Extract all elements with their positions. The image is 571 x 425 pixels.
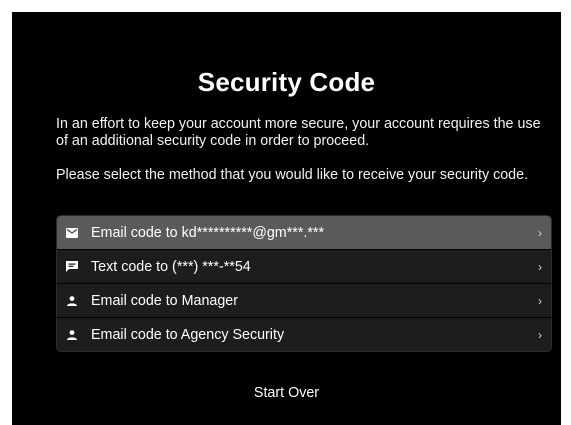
option-label: Text code to (***) ***-**54 [91, 258, 251, 275]
method-options-list: Email code to kd**********@gm***.*** › T… [56, 215, 552, 352]
option-text-code[interactable]: Text code to (***) ***-**54 › [57, 250, 551, 284]
security-code-panel: Security Code In an effort to keep your … [12, 12, 561, 425]
option-email-manager[interactable]: Email code to Manager › [57, 284, 551, 318]
option-label: Email code to kd**********@gm***.*** [91, 224, 325, 241]
chevron-right-icon: › [538, 327, 542, 342]
select-method-text: Please select the method that you would … [56, 167, 529, 183]
message-icon [57, 261, 87, 272]
option-label: Email code to Manager [91, 292, 239, 309]
chevron-right-icon: › [538, 259, 542, 274]
page-title: Security Code [197, 67, 376, 97]
chevron-right-icon: › [538, 225, 542, 240]
envelope-icon [57, 227, 87, 238]
person-icon [57, 329, 87, 340]
start-over-link[interactable]: Start Over [12, 385, 561, 401]
option-email-code[interactable]: Email code to kd**********@gm***.*** › [57, 216, 551, 250]
person-icon [57, 295, 87, 306]
intro-text: In an effort to keep your account more s… [56, 116, 541, 149]
chevron-right-icon: › [538, 293, 542, 308]
option-email-agency-security[interactable]: Email code to Agency Security › [57, 318, 551, 351]
option-label: Email code to Agency Security [91, 326, 285, 343]
